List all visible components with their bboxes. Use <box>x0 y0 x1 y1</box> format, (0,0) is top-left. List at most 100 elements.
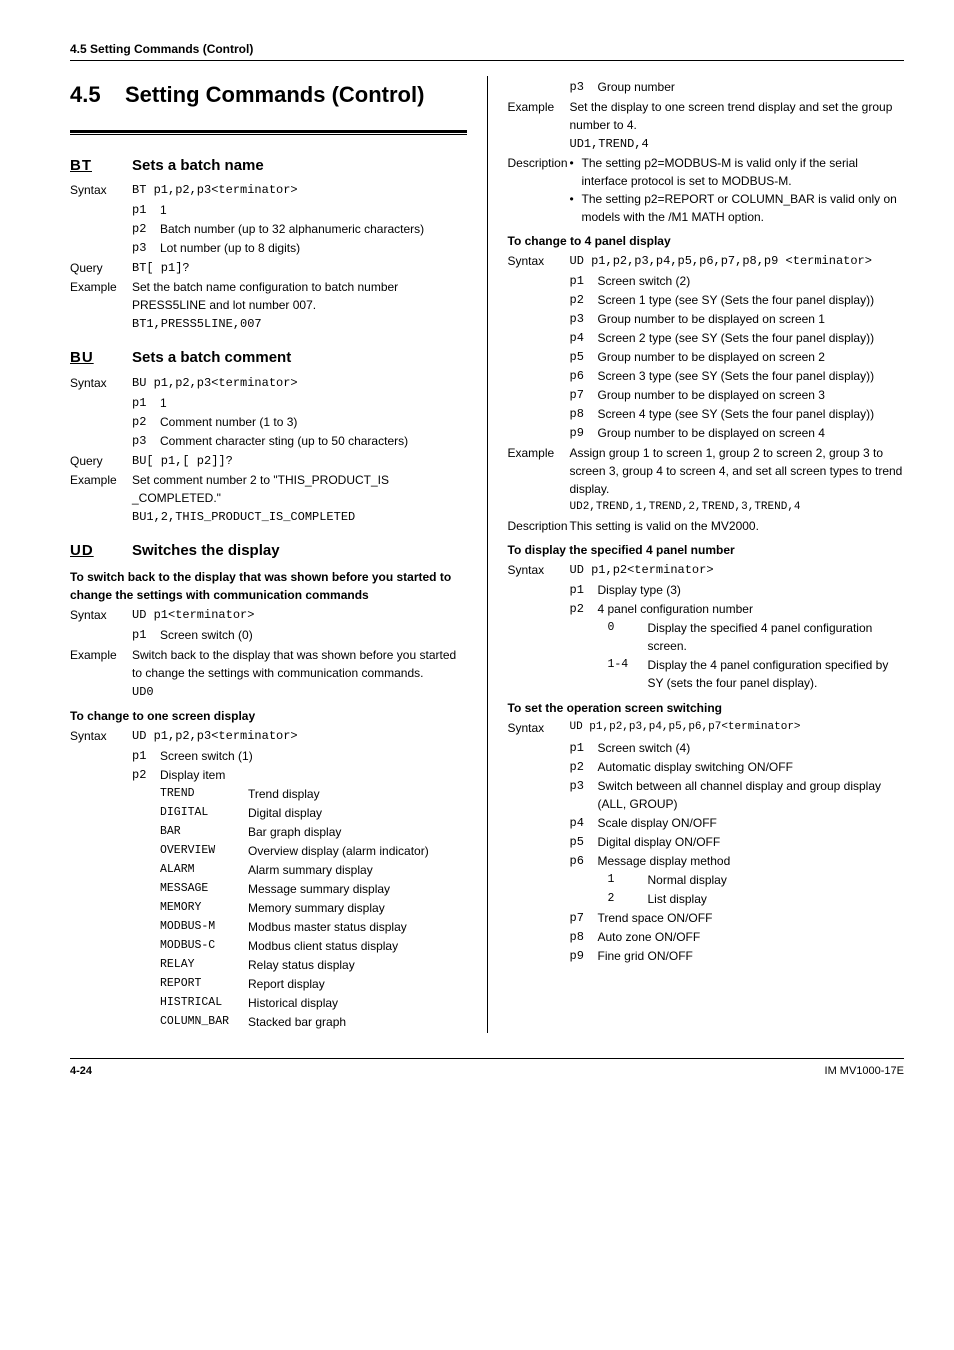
label-example: Example <box>70 646 132 664</box>
bullet-icon: • <box>570 190 582 208</box>
label-example: Example <box>70 471 132 489</box>
chapter-rule <box>70 130 467 135</box>
display-items-list: TRENDTrend display DIGITALDigital displa… <box>132 785 467 1031</box>
ud-opsw-heading: To set the operation screen switching <box>508 699 905 717</box>
ud-os-desc1: The setting p2=MODBUS-M is valid only if… <box>582 154 905 190</box>
bt-p2: Batch number (up to 32 alphanumeric char… <box>160 220 467 238</box>
ud-4p-p1: Screen switch (2) <box>598 272 905 290</box>
bu-syntax: BU p1,p2,p3<terminator> <box>132 374 467 392</box>
label-description: Description <box>508 517 570 535</box>
left-column: 4.5 Setting Commands (Control) BT Sets a… <box>70 76 467 1033</box>
label-syntax: Syntax <box>70 606 132 624</box>
bt-p1: 1 <box>160 201 467 219</box>
ud-title: Switches the display <box>132 540 280 563</box>
ud-os-syntax: UD p1,p2,p3<terminator> <box>132 727 467 745</box>
column-divider <box>487 76 488 1033</box>
bu-p3: Comment character sting (up to 50 charac… <box>160 432 467 450</box>
ud-4p-example: Assign group 1 to screen 1, group 2 to s… <box>570 444 905 498</box>
bt-head: BT Sets a batch name <box>70 155 467 178</box>
ud-sb-example: Switch back to the display that was show… <box>132 646 467 682</box>
ud-opsw-p6-2: List display <box>648 890 905 908</box>
label-example: Example <box>508 98 570 116</box>
chapter-text: Setting Commands (Control) <box>125 81 424 110</box>
ud-os-example: Set the display to one screen trend disp… <box>570 98 905 134</box>
p2-key: p2 <box>132 220 160 238</box>
ud-4p-p8: Screen 4 type (see SY (Sets the four pan… <box>598 405 905 423</box>
bullet-icon: • <box>570 154 582 172</box>
label-query: Query <box>70 452 132 470</box>
ud-opsw-p9: Fine grid ON/OFF <box>598 947 905 965</box>
ud-4pn-heading: To display the specified 4 panel number <box>508 541 905 559</box>
ud-os-example-code: UD1,TREND,4 <box>570 135 905 153</box>
section-header: 4.5 Setting Commands (Control) <box>70 40 904 61</box>
ud-4p-syntax: UD p1,p2,p3,p4,p5,p6,p7,p8,p9 <terminato… <box>570 252 905 270</box>
ud-os-p1: Screen switch (1) <box>160 747 467 765</box>
ud-head: UD Switches the display <box>70 540 467 563</box>
bt-example-text: Set the batch name configuration to batc… <box>132 278 467 314</box>
ud-one-screen-heading: To change to one screen display <box>70 707 467 725</box>
ud-opsw-p6: Message display method <box>598 852 905 870</box>
bu-example-text: Set comment number 2 to "THIS_PRODUCT_IS… <box>132 471 467 507</box>
ud-switch-back-heading: To switch back to the display that was s… <box>70 568 467 604</box>
label-syntax: Syntax <box>70 181 132 199</box>
ud-code: UD <box>70 540 132 563</box>
ud-opsw-syntax: UD p1,p2,p3,p4,p5,p6,p7<terminator> <box>570 719 905 736</box>
ud-opsw-p3: Switch between all channel display and g… <box>598 777 905 813</box>
ud-4p-p3: Group number to be displayed on screen 1 <box>598 310 905 328</box>
ud-4p-desc: This setting is valid on the MV2000. <box>570 517 905 535</box>
ud-sb-example-code: UD0 <box>132 683 467 701</box>
ud-os-p3: Group number <box>598 78 905 96</box>
label-query: Query <box>70 259 132 277</box>
page-number: 4-24 <box>70 1063 92 1080</box>
bu-code: BU <box>70 347 132 370</box>
ud-4p-p9: Group number to be displayed on screen 4 <box>598 424 905 442</box>
ud-opsw-p6-1: Normal display <box>648 871 905 889</box>
bt-code: BT <box>70 155 132 178</box>
ud-opsw-p8: Auto zone ON/OFF <box>598 928 905 946</box>
ud-opsw-p5: Digital display ON/OFF <box>598 833 905 851</box>
bt-query: BT[ p1]? <box>132 259 467 277</box>
ud-opsw-p7: Trend space ON/OFF <box>598 909 905 927</box>
ud-4p-p4: Screen 2 type (see SY (Sets the four pan… <box>598 329 905 347</box>
ud-4p-p2: Screen 1 type (see SY (Sets the four pan… <box>598 291 905 309</box>
bt-title: Sets a batch name <box>132 155 264 178</box>
ud-os-desc2: The setting p2=REPORT or COLUMN_BAR is v… <box>582 190 905 226</box>
label-description: Description <box>508 154 570 172</box>
page-footer: 4-24 IM MV1000-17E <box>70 1058 904 1080</box>
bt-p3: Lot number (up to 8 digits) <box>160 239 467 257</box>
ud-4pn-opt14: Display the 4 panel configuration specif… <box>648 656 905 692</box>
label-example: Example <box>70 278 132 296</box>
bt-example-code: BT1,PRESS5LINE,007 <box>132 315 467 333</box>
two-column-layout: 4.5 Setting Commands (Control) BT Sets a… <box>70 76 904 1033</box>
ud-4pn-opt0: Display the specified 4 panel configurat… <box>648 619 905 655</box>
ud-4panel-heading: To change to 4 panel display <box>508 232 905 250</box>
ud-4pn-p2: 4 panel configuration number <box>598 600 905 618</box>
ud-4p-p5: Group number to be displayed on screen 2 <box>598 348 905 366</box>
label-example: Example <box>508 444 570 462</box>
label-syntax: Syntax <box>70 374 132 392</box>
right-column: p3Group number Example Set the display t… <box>508 76 905 1033</box>
bu-title: Sets a batch comment <box>132 347 291 370</box>
bu-query: BU[ p1,[ p2]]? <box>132 452 467 470</box>
bu-head: BU Sets a batch comment <box>70 347 467 370</box>
ud-4p-p7: Group number to be displayed on screen 3 <box>598 386 905 404</box>
label-syntax: Syntax <box>70 727 132 745</box>
bt-syntax: BT p1,p2,p3<terminator> <box>132 181 467 199</box>
p1-key: p1 <box>132 201 160 219</box>
label-syntax: Syntax <box>508 561 570 579</box>
label-syntax: Syntax <box>508 719 570 737</box>
item-val: Trend display <box>248 785 467 803</box>
ud-sb-p1: Screen switch (0) <box>160 626 467 644</box>
chapter-number: 4.5 <box>70 81 125 110</box>
ud-4p-p6: Screen 3 type (see SY (Sets the four pan… <box>598 367 905 385</box>
ud-4pn-syntax: UD p1,p2<terminator> <box>570 561 905 579</box>
bu-p2: Comment number (1 to 3) <box>160 413 467 431</box>
p3-key: p3 <box>132 239 160 257</box>
doc-id: IM MV1000-17E <box>825 1063 904 1080</box>
ud-4p-example-code: UD2,TREND,1,TREND,2,TREND,3,TREND,4 <box>570 499 905 516</box>
ud-sb-syntax: UD p1<terminator> <box>132 606 467 624</box>
label-syntax: Syntax <box>508 252 570 270</box>
ud-opsw-p1: Screen switch (4) <box>598 739 905 757</box>
ud-opsw-p4: Scale display ON/OFF <box>598 814 905 832</box>
ud-os-p2: Display item <box>160 766 467 784</box>
